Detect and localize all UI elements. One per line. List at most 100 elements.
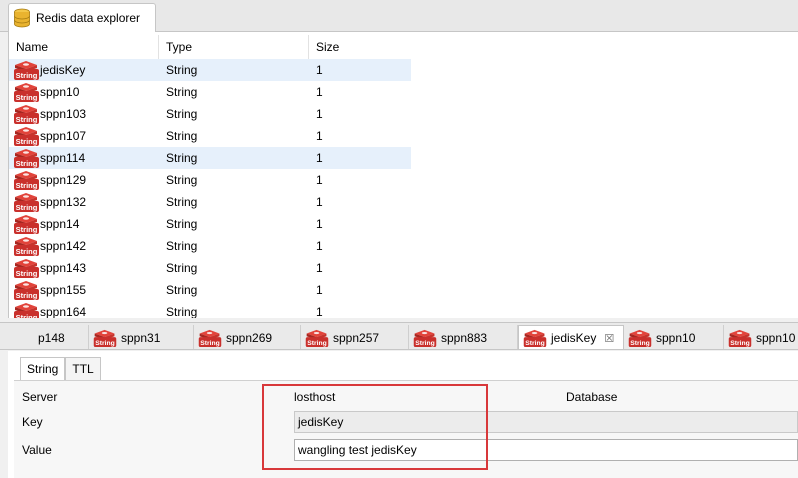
- editor-tab-label: sppn10: [756, 330, 796, 345]
- server-value: losthost: [294, 390, 336, 404]
- cell-name: String sppn14: [9, 213, 159, 235]
- svg-text:String: String: [307, 340, 327, 347]
- cell-size: 1: [316, 283, 323, 297]
- svg-text:String: String: [16, 181, 38, 190]
- server-label: Server: [22, 390, 58, 404]
- key-name: sppn114: [40, 151, 86, 165]
- svg-text:String: String: [525, 340, 545, 347]
- svg-text:String: String: [16, 269, 38, 278]
- key-field[interactable]: jedisKey: [294, 411, 798, 433]
- editor-inner-tabs: String TTL: [20, 357, 101, 381]
- table-row[interactable]: String sppn164 String 1: [9, 301, 411, 318]
- table-row[interactable]: String sppn103 String 1: [9, 103, 411, 125]
- view-tab-title: Redis data explorer: [36, 11, 141, 25]
- redis-string-icon: String: [14, 193, 39, 212]
- redis-string-icon: String: [14, 127, 39, 146]
- redis-string-icon: String: [14, 215, 39, 234]
- table-row[interactable]: String sppn107 String 1: [9, 125, 411, 147]
- editor-tab-sppn31[interactable]: String sppn31: [89, 325, 194, 349]
- cell-type: String: [166, 239, 198, 253]
- table-row[interactable]: String sppn114 String 1: [9, 147, 411, 169]
- key-form: Server losthost Database Key jedisKey Va…: [14, 380, 798, 478]
- editor-tab-label: jedisKey: [551, 331, 597, 345]
- tab-redis-data-explorer[interactable]: Redis data explorer: [8, 3, 156, 32]
- cell-size: 1: [316, 261, 323, 275]
- editor-tab-jedisKey[interactable]: String jedisKey ☒: [518, 325, 624, 349]
- database-icon: [14, 8, 30, 28]
- cell-name: String sppn155: [9, 279, 159, 301]
- editor-tab-sppn269[interactable]: String sppn269: [194, 325, 301, 349]
- key-label: Key: [22, 415, 43, 429]
- table-row[interactable]: String jedisKey String 1: [9, 59, 411, 81]
- cell-type: String: [166, 107, 198, 121]
- cell-name: String sppn10: [9, 81, 159, 103]
- cell-size: 1: [316, 173, 323, 187]
- svg-text:String: String: [200, 340, 220, 347]
- value-field[interactable]: wangling test jedisKey: [294, 439, 798, 461]
- svg-text:String: String: [95, 340, 115, 347]
- key-name: sppn10: [40, 85, 80, 99]
- redis-string-icon: String: [305, 329, 329, 347]
- cell-name: String sppn143: [9, 257, 159, 279]
- editor-tab-sppn257[interactable]: String sppn257: [301, 325, 409, 349]
- editor-tab-sppn10[interactable]: String sppn10: [624, 325, 724, 349]
- key-name: sppn155: [40, 283, 87, 297]
- table-row[interactable]: String sppn129 String 1: [9, 169, 411, 191]
- redis-string-icon: String: [14, 237, 39, 256]
- svg-text:String: String: [730, 340, 750, 347]
- key-name: sppn143: [40, 261, 87, 275]
- column-header-type[interactable]: Type: [159, 35, 309, 59]
- key-name: sppn14: [40, 217, 80, 231]
- key-name: sppn107: [40, 129, 87, 143]
- cell-size: 1: [316, 129, 323, 143]
- close-icon[interactable]: ☒: [604, 332, 614, 345]
- cell-type: String: [166, 85, 198, 99]
- svg-text:String: String: [415, 340, 435, 347]
- table-row[interactable]: String sppn155 String 1: [9, 279, 411, 301]
- cell-type: String: [166, 283, 198, 297]
- table-header: Name Type Size: [9, 35, 411, 59]
- editor-tab-label: p148: [38, 330, 65, 345]
- cell-name: String sppn114: [9, 147, 159, 169]
- cell-type: String: [166, 173, 198, 187]
- cell-name: String sppn132: [9, 191, 159, 213]
- svg-text:String: String: [630, 340, 650, 347]
- redis-string-icon: String: [728, 329, 752, 347]
- redis-string-icon: String: [523, 329, 547, 347]
- value-label: Value: [22, 443, 52, 457]
- key-name: sppn142: [40, 239, 87, 253]
- svg-text:String: String: [16, 203, 38, 212]
- editor-tab-label: sppn10: [656, 330, 696, 345]
- tab-ttl[interactable]: TTL: [65, 357, 101, 381]
- cell-size: 1: [316, 151, 323, 165]
- editor-tab-p148[interactable]: p148: [0, 325, 89, 349]
- cell-type: String: [166, 151, 198, 165]
- cell-name: String jedisKey: [9, 59, 159, 81]
- table-row[interactable]: String sppn10 String 1: [9, 81, 411, 103]
- column-header-name[interactable]: Name: [9, 35, 159, 59]
- redis-string-icon: String: [628, 329, 652, 347]
- table-row[interactable]: String sppn142 String 1: [9, 235, 411, 257]
- svg-text:String: String: [16, 137, 38, 146]
- table-row[interactable]: String sppn14 String 1: [9, 213, 411, 235]
- editor-tab-sppn10[interactable]: String sppn10: [724, 325, 798, 349]
- view-tab-bar: Redis data explorer: [0, 0, 798, 32]
- redis-string-icon: String: [14, 171, 39, 190]
- cell-size: 1: [316, 305, 323, 318]
- svg-text:String: String: [16, 115, 38, 124]
- key-name: sppn103: [40, 107, 87, 121]
- cell-type: String: [166, 129, 198, 143]
- redis-string-icon: String: [14, 303, 39, 318]
- key-name: sppn129: [40, 173, 87, 187]
- svg-text:String: String: [16, 313, 38, 318]
- tab-string[interactable]: String: [20, 357, 66, 381]
- redis-string-icon: String: [198, 329, 222, 347]
- table-row[interactable]: String sppn132 String 1: [9, 191, 411, 213]
- table-row[interactable]: String sppn143 String 1: [9, 257, 411, 279]
- column-header-size[interactable]: Size: [309, 35, 411, 59]
- editor-tab-sppn883[interactable]: String sppn883: [409, 325, 518, 349]
- svg-text:String: String: [16, 291, 38, 300]
- cell-name: String sppn107: [9, 125, 159, 147]
- editor-tab-label: sppn269: [226, 330, 273, 345]
- redis-string-icon: String: [14, 149, 39, 168]
